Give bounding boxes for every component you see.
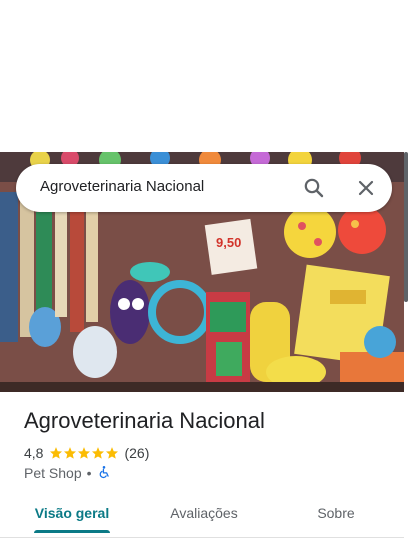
wheelchair-icon <box>97 465 111 482</box>
star-icon <box>64 447 77 459</box>
review-count[interactable]: (26) <box>124 445 149 461</box>
place-title: Agroveterinaria Nacional <box>24 408 265 433</box>
search-icon[interactable] <box>302 176 326 200</box>
star-icon <box>50 447 63 459</box>
tab-reviews[interactable]: Avaliações <box>164 505 244 521</box>
category-row: Pet Shop • <box>24 464 111 482</box>
category-label: Pet Shop <box>24 465 82 481</box>
close-icon[interactable] <box>354 176 378 200</box>
search-input[interactable]: Agroveterinaria Nacional <box>40 178 204 195</box>
rating-row[interactable]: 4,8 (26) <box>24 444 149 462</box>
tab-bar: Visão geral Avaliações Sobre <box>0 496 404 540</box>
tab-overview[interactable]: Visão geral <box>34 505 110 521</box>
star-rating <box>49 446 119 460</box>
search-bar[interactable]: Agroveterinaria Nacional <box>16 164 392 212</box>
scrollbar[interactable] <box>404 152 408 302</box>
star-icon <box>106 447 119 459</box>
star-icon <box>78 447 91 459</box>
rating-value: 4,8 <box>24 445 44 461</box>
separator-dot: • <box>86 465 92 481</box>
star-icon <box>92 447 105 459</box>
price-sign: 9,50 <box>216 235 241 250</box>
active-tab-indicator <box>34 530 110 533</box>
tabs-divider <box>0 537 404 538</box>
tab-about[interactable]: Sobre <box>310 505 362 521</box>
